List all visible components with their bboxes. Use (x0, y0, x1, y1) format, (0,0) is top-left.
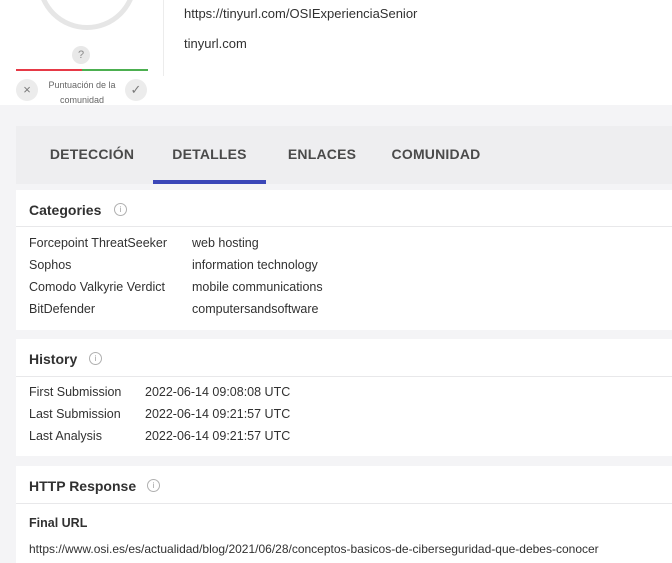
history-card: History i First Submission 2022-06-14 09… (16, 339, 672, 456)
http-response-title: HTTP Response (29, 478, 137, 494)
category-value: computersandsoftware (192, 302, 319, 316)
tab-detection[interactable]: DETECCIÓN (36, 126, 148, 184)
categories-card: Categories i Forcepoint ThreatSeeker web… (16, 190, 672, 330)
category-value: mobile communications (192, 280, 323, 294)
info-icon[interactable]: i (114, 203, 127, 216)
final-url-label: Final URL (29, 516, 88, 530)
category-source: Sophos (29, 258, 72, 272)
history-label: First Submission (29, 385, 122, 399)
final-url[interactable]: https://www.osi.es/es/actualidad/blog/20… (29, 542, 599, 556)
tab-links[interactable]: ENLACES (279, 126, 365, 184)
analyzed-url[interactable]: https://tinyurl.com/OSIExperienciaSenior (184, 6, 417, 21)
history-header: History i (16, 339, 672, 377)
categories-title: Categories (29, 202, 102, 218)
divider (163, 0, 164, 76)
categories-header: Categories i (16, 190, 672, 227)
category-value: information technology (192, 258, 318, 272)
http-response-header: HTTP Response i (16, 466, 672, 504)
tab-details[interactable]: DETALLES (153, 126, 266, 184)
summary-panel: ? × Puntuación de la comunidad ✓ https:/… (0, 0, 672, 105)
info-icon[interactable]: i (147, 479, 160, 492)
category-value: web hosting (192, 236, 259, 250)
history-value: 2022-06-14 09:21:57 UTC (145, 429, 291, 443)
detection-score-gauge (37, 0, 137, 30)
tab-bar: DETECCIÓN DETALLES ENLACES COMUNIDAD (16, 126, 672, 184)
community-score-label: Puntuación de la comunidad (48, 80, 116, 105)
history-label: Last Analysis (29, 429, 102, 443)
history-value: 2022-06-14 09:21:57 UTC (145, 407, 291, 421)
category-source: Comodo Valkyrie Verdict (29, 280, 165, 294)
http-response-card: HTTP Response i Final URL https://www.os… (16, 466, 672, 563)
history-value: 2022-06-14 09:08:08 UTC (145, 385, 291, 399)
tab-community[interactable]: COMUNIDAD (384, 126, 488, 184)
community-score-bar (16, 69, 148, 71)
vote-harmless-button[interactable]: ✓ (125, 79, 147, 101)
category-source: BitDefender (29, 302, 96, 316)
unknown-score-icon: ? (72, 46, 90, 64)
category-source: Forcepoint ThreatSeeker (29, 236, 168, 250)
info-icon[interactable]: i (89, 352, 102, 365)
history-label: Last Submission (29, 407, 121, 421)
history-title: History (29, 351, 78, 367)
vote-harmful-button[interactable]: × (16, 79, 38, 101)
analyzed-domain[interactable]: tinyurl.com (184, 36, 247, 51)
